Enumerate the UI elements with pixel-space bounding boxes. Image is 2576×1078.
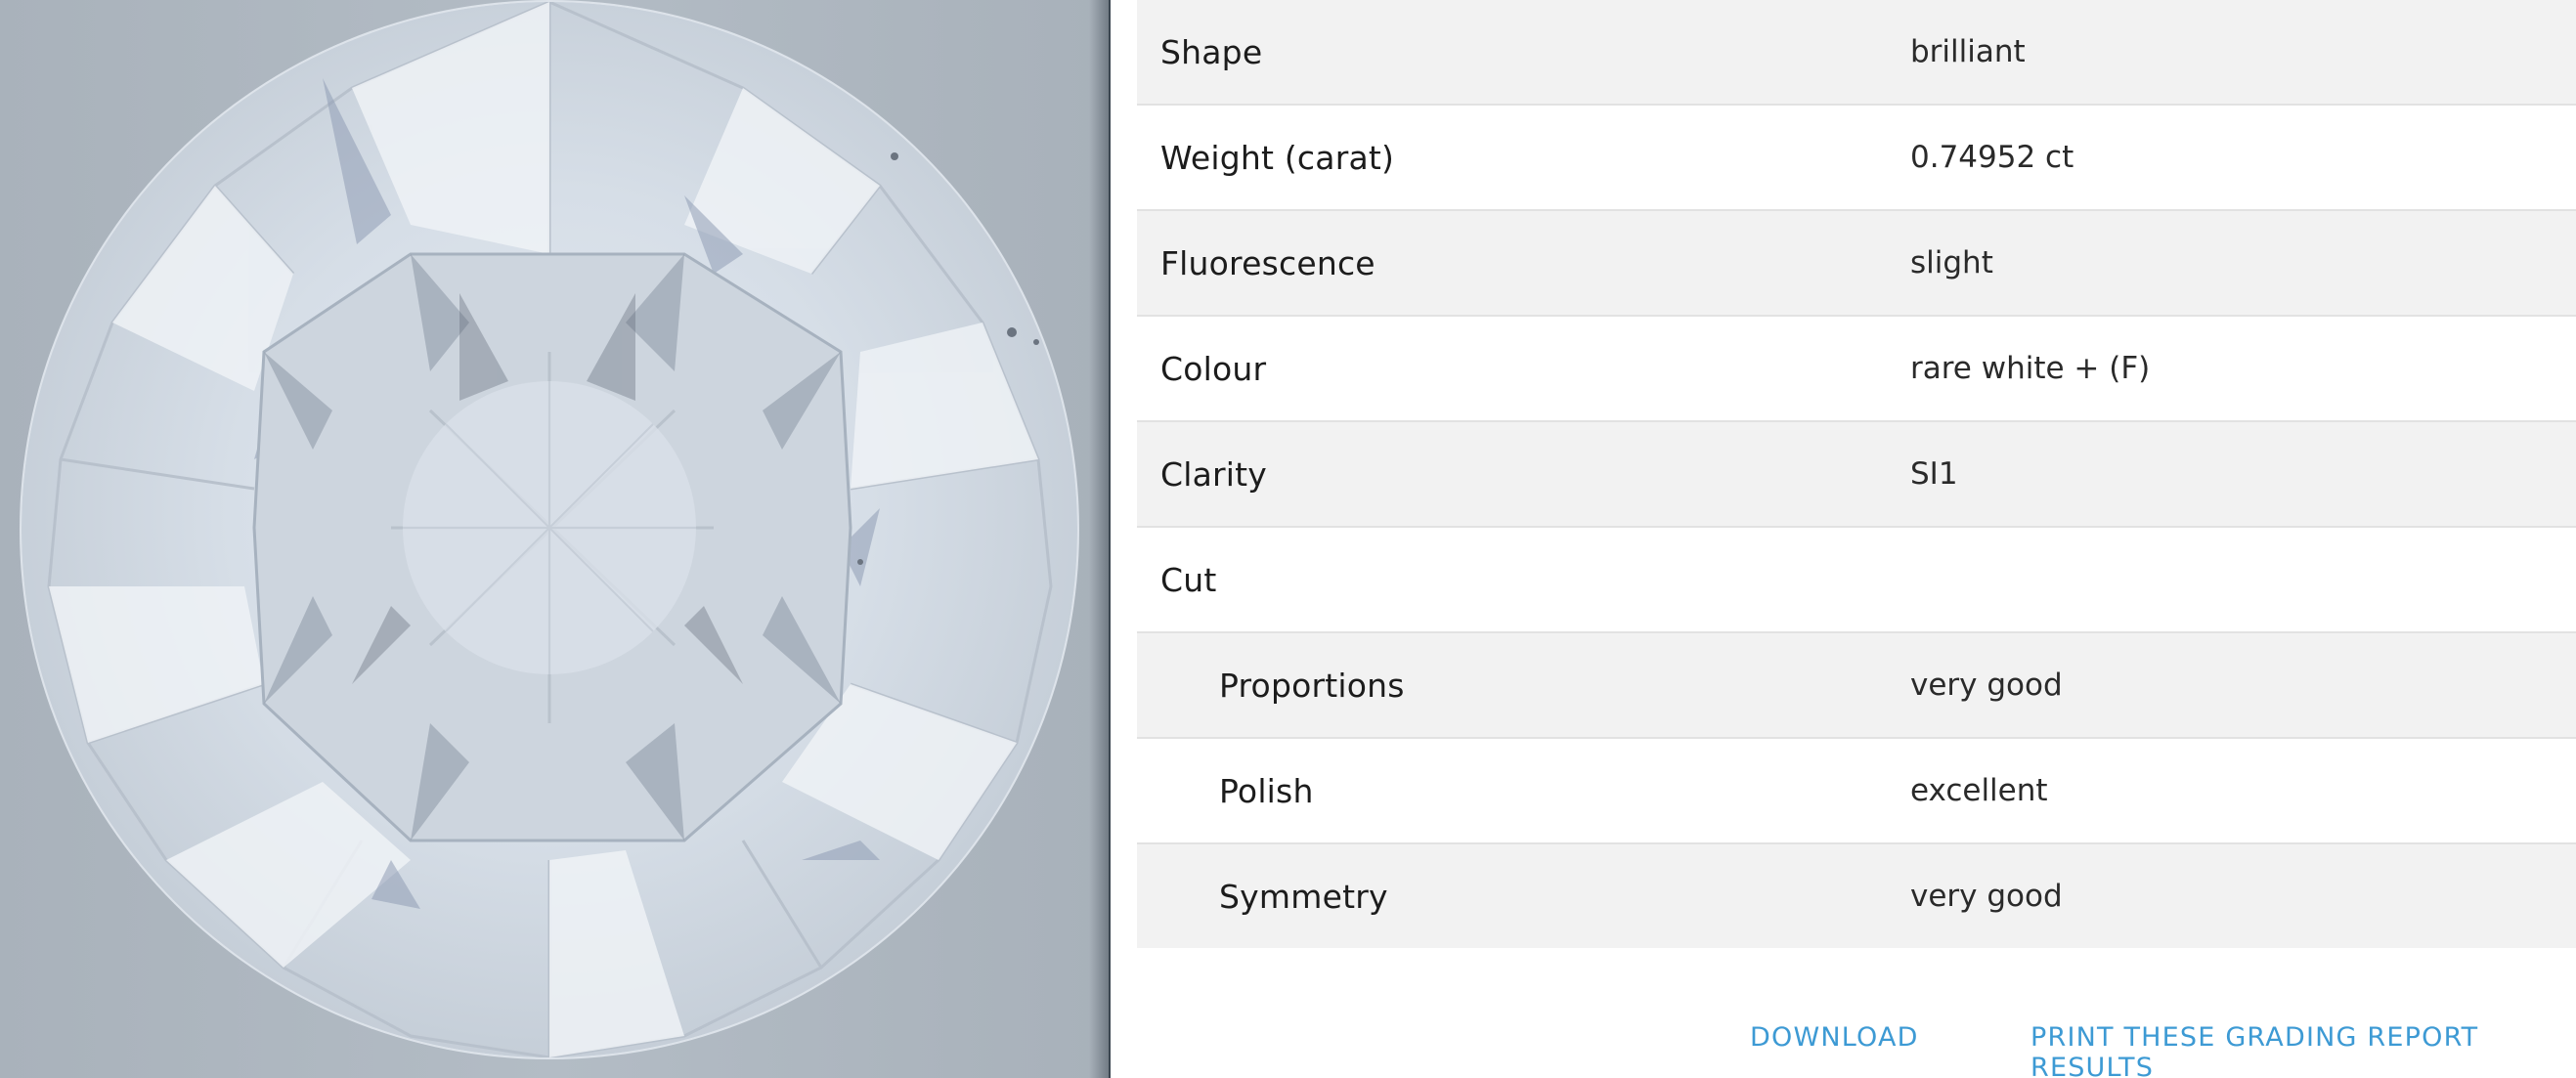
row-label: Fluorescence bbox=[1160, 243, 1375, 282]
photo-edge-shadow bbox=[1089, 0, 1109, 1078]
row-value: brilliant bbox=[1910, 34, 2026, 69]
grading-details-panel: Shape brilliant Weight (carat) 0.74952 c… bbox=[1111, 0, 2576, 1078]
row-value: very good bbox=[1910, 668, 2063, 703]
diamond-illustration bbox=[20, 0, 1079, 1059]
row-label: Symmetry bbox=[1219, 877, 1388, 916]
row-value: slight bbox=[1910, 245, 1993, 280]
row-label: Cut bbox=[1160, 560, 1217, 599]
grading-row-clarity: Clarity SI1 bbox=[1137, 422, 2576, 528]
grading-row-fluorescence: Fluorescence slight bbox=[1137, 211, 2576, 317]
grading-report-page: Shape brilliant Weight (carat) 0.74952 c… bbox=[0, 0, 2576, 1078]
row-value: 0.74952 ct bbox=[1910, 140, 2074, 175]
diamond-photo bbox=[0, 0, 1109, 1078]
row-label: Polish bbox=[1219, 771, 1314, 810]
row-value: excellent bbox=[1910, 773, 2048, 808]
row-value: rare white + (F) bbox=[1910, 351, 2151, 386]
grading-row-proportions: Proportions very good bbox=[1137, 633, 2576, 739]
row-value: very good bbox=[1910, 879, 2063, 914]
row-label: Weight (carat) bbox=[1160, 138, 1395, 177]
grading-row-shape: Shape brilliant bbox=[1137, 0, 2576, 106]
row-value: SI1 bbox=[1910, 456, 1958, 492]
print-report-link[interactable]: PRINT THESE GRADING REPORT RESULTS bbox=[2030, 1022, 2576, 1078]
row-label: Colour bbox=[1160, 349, 1267, 388]
row-label: Shape bbox=[1160, 32, 1263, 71]
row-label: Clarity bbox=[1160, 454, 1268, 494]
download-link[interactable]: DOWNLOAD bbox=[1750, 1022, 1919, 1053]
grading-row-cut: Cut bbox=[1137, 528, 2576, 633]
grading-row-symmetry: Symmetry very good bbox=[1137, 844, 2576, 948]
grading-table: Shape brilliant Weight (carat) 0.74952 c… bbox=[1137, 0, 2576, 948]
grading-row-weight: Weight (carat) 0.74952 ct bbox=[1137, 106, 2576, 211]
report-actions: DOWNLOAD PRINT THESE GRADING REPORT RESU… bbox=[1111, 1022, 2576, 1078]
grading-row-colour: Colour rare white + (F) bbox=[1137, 317, 2576, 422]
grading-row-polish: Polish excellent bbox=[1137, 739, 2576, 844]
row-label: Proportions bbox=[1219, 666, 1405, 705]
